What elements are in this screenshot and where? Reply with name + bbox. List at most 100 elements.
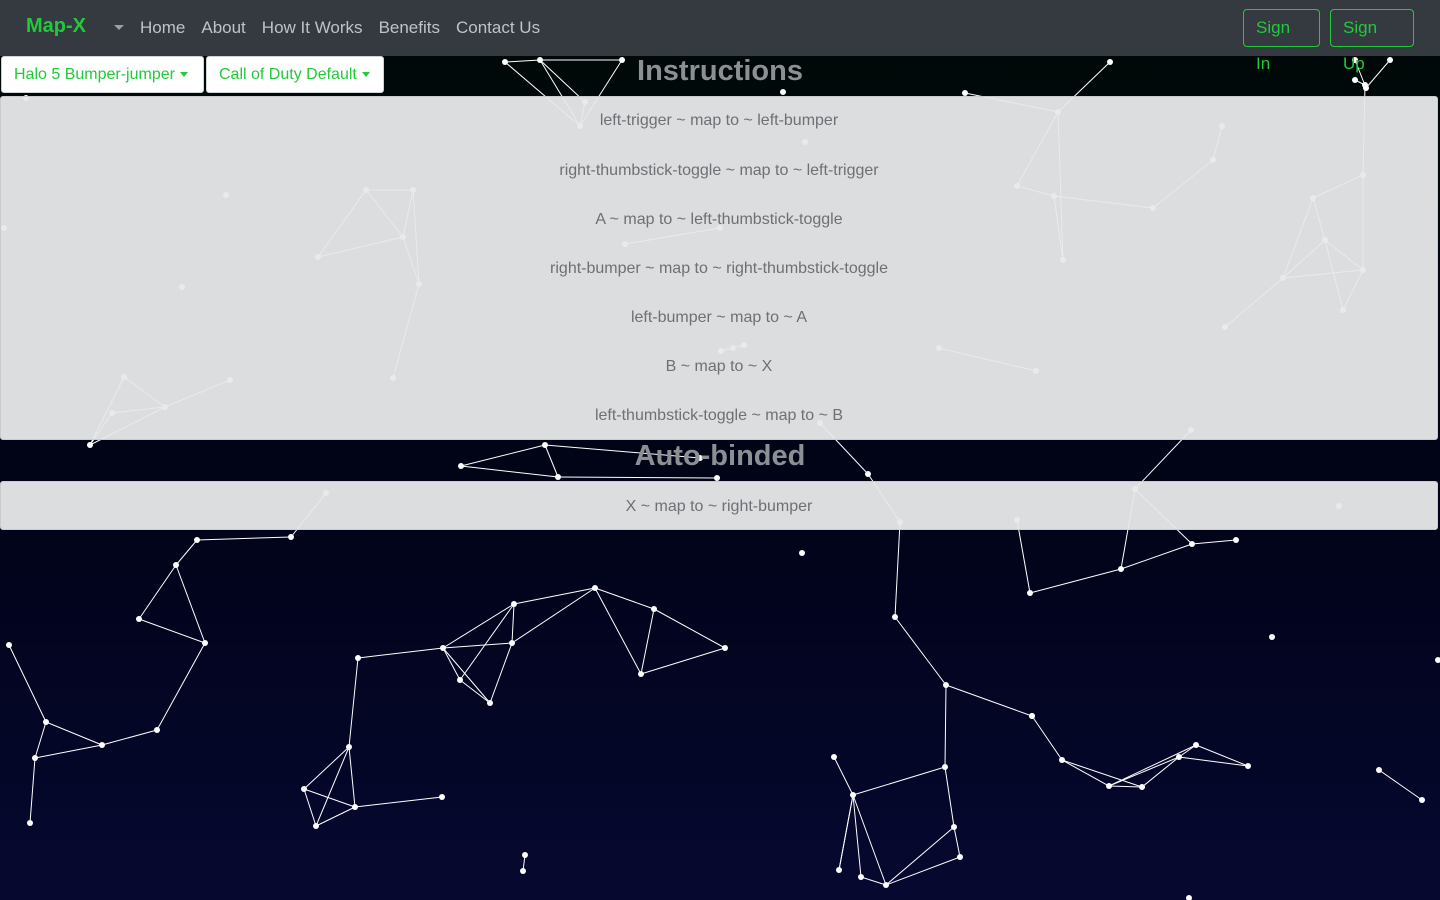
star-dot <box>638 671 644 677</box>
constellation-line <box>34 744 103 759</box>
constellation-line <box>1029 568 1122 594</box>
constellation-line <box>1108 756 1180 787</box>
brand-logo[interactable]: Map-X <box>26 15 86 38</box>
constellation-line <box>1178 744 1197 758</box>
nav-link-home[interactable]: Home <box>140 18 185 38</box>
star-dot <box>509 640 515 646</box>
constellation-line <box>1108 744 1197 787</box>
constellation-line <box>838 794 854 871</box>
chevron-down-icon[interactable] <box>114 25 124 30</box>
star-dot <box>1193 742 1199 748</box>
instructions-list: left-trigger ~ map to ~ left-bumper righ… <box>0 96 1438 440</box>
star-dot <box>1106 783 1112 789</box>
star-dot <box>780 89 786 95</box>
constellation-line <box>894 521 901 618</box>
star-dot <box>1233 537 1239 543</box>
constellation-line <box>1120 543 1193 570</box>
constellation-line <box>357 647 444 659</box>
nav-link-how-it-works[interactable]: How It Works <box>262 18 363 38</box>
star-dot <box>487 700 493 706</box>
star-dot <box>943 682 949 688</box>
caret-down-icon <box>179 72 188 78</box>
nav-link-about[interactable]: About <box>201 18 245 38</box>
constellation-line <box>852 766 946 796</box>
constellation-line <box>640 647 726 675</box>
constellation-line <box>852 794 887 886</box>
star-dot <box>1435 657 1440 663</box>
star-dot <box>439 794 445 800</box>
star-dot <box>355 655 361 661</box>
constellation-line <box>442 647 461 681</box>
star-dot <box>43 719 49 725</box>
constellation-line <box>303 746 350 790</box>
constellation-line <box>557 476 718 479</box>
constellation-line <box>860 876 887 886</box>
star-dot <box>957 854 963 860</box>
nav-links: Home About How It Works Benefits Contact… <box>140 18 556 38</box>
star-dot <box>154 727 160 733</box>
constellation-line <box>175 564 206 644</box>
star-dot <box>858 874 864 880</box>
constellation-line <box>885 856 961 886</box>
constellation-line <box>315 746 350 827</box>
star-dot <box>511 601 517 607</box>
star-dot <box>1189 541 1195 547</box>
star-dot <box>522 852 528 858</box>
list-item: left-trigger ~ map to ~ left-bumper <box>599 112 839 129</box>
star-dot <box>1059 757 1065 763</box>
sign-in-button[interactable]: Sign In <box>1243 9 1320 73</box>
star-dot <box>1186 895 1192 900</box>
list-item: B ~ map to ~ X <box>665 358 773 375</box>
constellation-line <box>315 806 356 827</box>
nav-link-contact-us[interactable]: Contact Us <box>456 18 540 38</box>
list-item: A ~ map to ~ left-thumbstick-toggle <box>595 211 843 228</box>
star-dot <box>1176 754 1182 760</box>
constellation-line <box>1031 715 1063 761</box>
constellation-line <box>640 608 655 675</box>
constellation-line <box>354 796 443 808</box>
star-dot <box>288 534 294 540</box>
constellation-line <box>1061 759 1143 788</box>
star-dot <box>892 614 898 620</box>
constellation-line <box>138 618 206 644</box>
constellation-line <box>442 642 513 649</box>
star-dot <box>6 642 12 648</box>
constellation-line <box>944 684 947 768</box>
star-dot <box>346 744 352 750</box>
constellation-line <box>1191 539 1237 545</box>
list-item: right-thumbstick-toggle ~ map to ~ left-… <box>559 162 879 179</box>
constellation-line <box>944 766 955 828</box>
constellation-line <box>138 564 177 620</box>
sign-up-button[interactable]: Sign Up <box>1330 9 1414 73</box>
star-dot <box>555 474 561 480</box>
star-dot <box>313 823 319 829</box>
star-dot <box>1245 763 1251 769</box>
star-dot <box>722 645 728 651</box>
star-dot <box>1419 797 1425 803</box>
source-profile-dropdown[interactable]: Halo 5 Bumper-jumper <box>1 56 204 93</box>
constellation-line <box>1378 769 1423 801</box>
star-dot <box>202 640 208 646</box>
auto-binded-list: X ~ map to ~ right-bumper <box>0 481 1438 530</box>
star-dot <box>1027 590 1033 596</box>
target-profile-dropdown[interactable]: Call of Duty Default <box>206 56 384 93</box>
constellation-line <box>303 788 317 827</box>
constellation-line <box>156 642 206 731</box>
target-profile-label: Call of Duty Default <box>219 66 357 83</box>
constellation-line <box>348 657 359 748</box>
star-dot <box>99 742 105 748</box>
constellation-line <box>196 536 292 541</box>
constellation-line <box>459 679 491 704</box>
star-dot <box>831 754 837 760</box>
list-item: right-bumper ~ map to ~ right-thumbstick… <box>550 260 888 277</box>
source-profile-label: Halo 5 Bumper-jumper <box>14 66 175 83</box>
constellation-line <box>1108 785 1143 788</box>
star-dot <box>799 550 805 556</box>
constellation-line <box>894 616 947 686</box>
constellation-line <box>442 647 491 704</box>
star-dot <box>352 804 358 810</box>
constellation-line <box>45 721 103 746</box>
nav-link-benefits[interactable]: Benefits <box>379 18 440 38</box>
star-dot <box>1376 767 1382 773</box>
constellation-line <box>34 721 47 759</box>
